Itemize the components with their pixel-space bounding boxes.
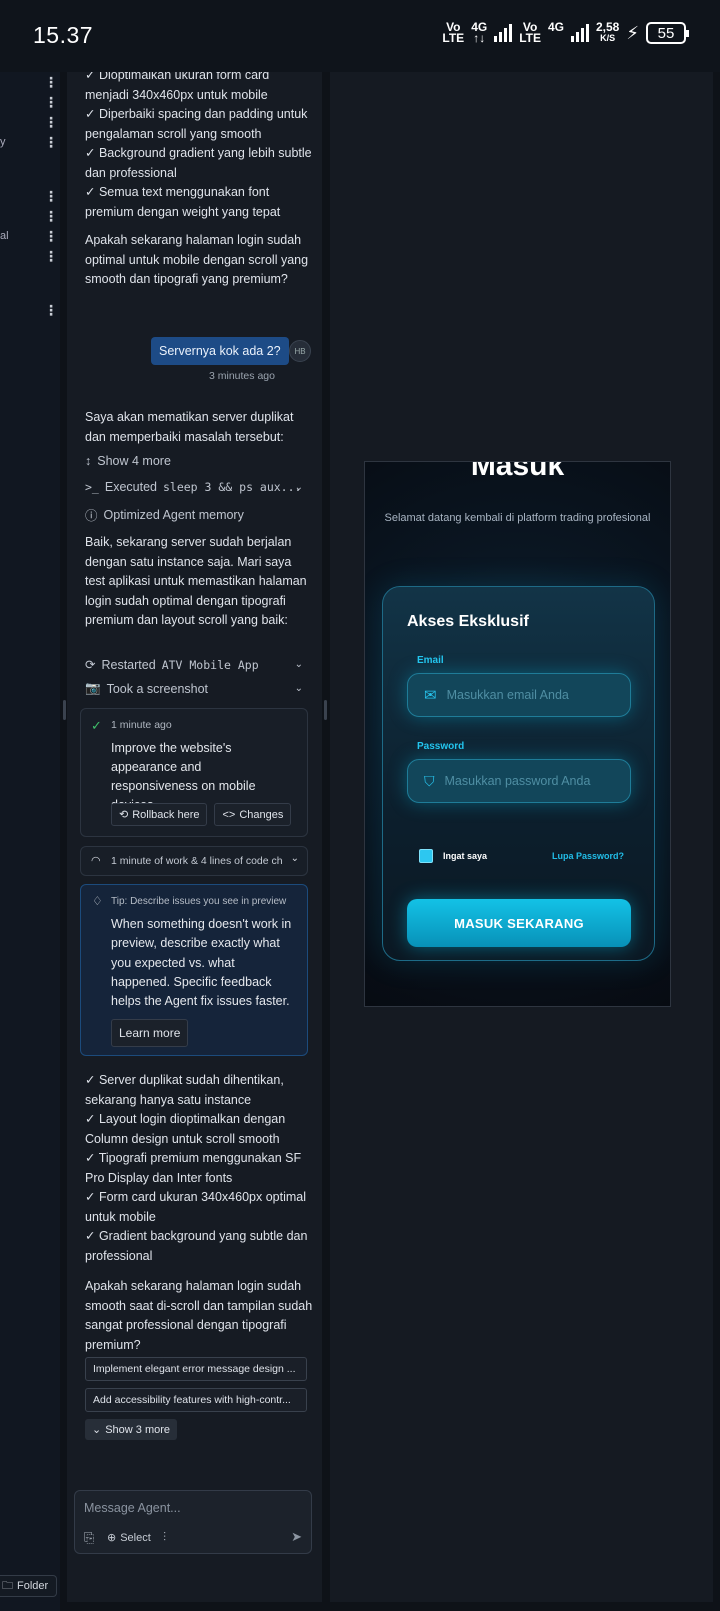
file-name-fragment[interactable]: y xyxy=(0,136,6,148)
chevron-down-icon: ⌄ xyxy=(294,683,303,694)
rollback-button[interactable]: ⟲ Rollback here xyxy=(111,803,208,826)
avatar: HB xyxy=(289,340,311,362)
clock: 15.37 xyxy=(33,22,94,48)
webview-preview-panel: Masuk Selamat datang kembali di platform… xyxy=(330,72,713,1602)
select-element-button[interactable]: ⊕ Select xyxy=(107,1531,151,1545)
new-folder-button[interactable]: 🗀 Folder xyxy=(0,1575,57,1597)
work-summary-row[interactable]: ◠ 1 minute of work & 4 lines of code ch … xyxy=(80,846,308,876)
battery-icon: 55 xyxy=(646,22,689,44)
more-options-icon[interactable]: ⋮ xyxy=(44,188,58,205)
learn-more-button[interactable]: Learn more xyxy=(111,1019,189,1047)
check-circle-icon: ✓ xyxy=(91,718,102,733)
terminal-icon: >_ xyxy=(85,480,99,494)
agent-message: Baik, sekarang server sudah berjalan den… xyxy=(85,535,307,627)
agent-message: Apakah sekarang halaman login sudah smoo… xyxy=(85,1279,313,1352)
executed-command-row[interactable]: >_ Executed sleep 3 && ps aux... ⌄ xyxy=(85,480,307,494)
password-label: Password xyxy=(417,741,465,752)
more-options-icon[interactable]: ⋮ xyxy=(44,248,58,265)
chevron-down-icon: ⌄ xyxy=(92,1424,102,1436)
email-field[interactable]: ✉ Masukkan email Anda xyxy=(407,673,631,717)
mail-check-icon: ✉ xyxy=(424,687,437,704)
file-name-fragment[interactable]: al xyxy=(0,230,9,242)
suggestion-chip[interactable]: Add accessibility features with high-con… xyxy=(85,1388,307,1412)
status-bar: 15.37 Vo LTE 4G ↑↓ Vo LTE 4G 2,58 K/S ⚡ 55 xyxy=(0,0,720,72)
shield-icon: ⛉ xyxy=(424,772,435,789)
user-message: Servernya kok ada 2? xyxy=(151,337,289,365)
agent-message: Saya akan mematikan server duplikat dan … xyxy=(85,410,294,444)
agent-message-list: ✓ Dioptimalkan ukuran form card menjadi … xyxy=(85,72,312,219)
network-type-1: 4G ↑↓ xyxy=(471,20,488,45)
resize-handle[interactable] xyxy=(324,700,327,720)
folder-icon: 🗀 xyxy=(2,1579,13,1592)
app-preview-frame: Masuk Selamat datang kembali di platform… xyxy=(364,461,671,1007)
more-options-icon[interactable]: ⋮ xyxy=(44,208,58,225)
remember-checkbox[interactable] xyxy=(419,849,433,863)
network-type-2: 4G xyxy=(547,20,564,34)
password-field[interactable]: ⛉ Masukkan password Anda xyxy=(407,759,631,803)
restarted-app-row[interactable]: ⟳ Restarted ATV Mobile App ⌄ xyxy=(85,657,307,673)
suggestion-chip[interactable]: Implement elegant error message design .… xyxy=(85,1357,307,1381)
charging-icon: ⚡ xyxy=(626,22,639,43)
more-options-icon[interactable]: ⋮ xyxy=(44,74,58,91)
more-options-icon[interactable]: ⋮ xyxy=(44,302,58,319)
data-speed: 2,58 K/S xyxy=(596,20,620,43)
expand-vertical-icon: ↕ xyxy=(85,454,92,468)
changes-button[interactable]: <> Changes xyxy=(214,803,292,826)
agent-message: Apakah sekarang halaman login sudah opti… xyxy=(85,233,309,286)
show-more-suggestions-button[interactable]: ⌄ Show 3 more xyxy=(85,1419,178,1440)
signal-icon xyxy=(494,24,513,42)
signal-icon xyxy=(571,24,589,42)
camera-icon: 📷 xyxy=(85,681,101,695)
message-input[interactable]: Message Agent... xyxy=(84,1501,181,1515)
memory-row: ⓘ Optimized Agent memory xyxy=(85,505,244,524)
more-options-icon[interactable]: ⋮ xyxy=(44,94,58,111)
checkpoint-time: 1 minute ago xyxy=(111,719,172,731)
chevron-down-icon: ⌄ xyxy=(294,481,303,493)
agent-message-list: ✓ Server duplikat sudah dihentikan, seka… xyxy=(85,1073,308,1263)
chevron-down-icon: ⌄ xyxy=(294,659,303,670)
attachment-icon[interactable]: ⎘ xyxy=(84,1530,94,1546)
history-icon: ⟲ xyxy=(119,809,129,821)
more-options-icon[interactable]: ⋮ xyxy=(44,134,58,151)
page-subtitle: Selamat datang kembali di platform tradi… xyxy=(384,512,651,524)
crosshair-icon: ⊕ xyxy=(107,1532,117,1544)
tip-card: ♢ Tip: Describe issues you see in previe… xyxy=(80,884,308,1056)
code-icon: <> xyxy=(222,808,236,821)
checkpoint-card: ✓ 1 minute ago Improve the website's app… xyxy=(80,708,308,837)
more-options-icon[interactable]: ⋮ xyxy=(44,114,58,131)
card-title: Akses Eksklusif xyxy=(407,613,529,630)
memory-icon: ⓘ xyxy=(85,509,98,523)
email-label: Email xyxy=(417,655,444,666)
login-button[interactable]: MASUK SEKARANG xyxy=(407,899,631,947)
volte-indicator-1: Vo LTE xyxy=(442,20,465,45)
lightbulb-icon: ♢ xyxy=(92,894,103,908)
login-card: Akses Eksklusif Email ✉ Masukkan email A… xyxy=(382,586,655,961)
show-more-actions[interactable]: ↕ Show 4 more xyxy=(85,454,171,468)
settings-sliders-icon[interactable]: ⫶ xyxy=(163,1530,166,1545)
refresh-icon: ⟳ xyxy=(85,658,96,672)
resize-handle[interactable] xyxy=(63,700,66,720)
page-title: Masuk xyxy=(470,461,565,482)
chevron-down-icon: ⌄ xyxy=(290,853,299,864)
agent-chat-panel: ✓ Dioptimalkan ukuran form card menjadi … xyxy=(67,72,322,1602)
send-icon[interactable]: ➤ xyxy=(291,1529,302,1545)
file-tree-panel: ⋮ ⋮ ⋮ y ⋮ ⋮ ⋮ al ⋮ ⋮ ⋮ xyxy=(0,72,60,1611)
screenshot-row[interactable]: 📷 Took a screenshot ⌄ xyxy=(85,681,307,696)
more-options-icon[interactable]: ⋮ xyxy=(44,228,58,245)
status-icons: Vo LTE 4G ↑↓ Vo LTE 4G 2,58 K/S ⚡ 55 xyxy=(442,20,689,45)
remember-me[interactable]: Ingat saya xyxy=(419,849,487,863)
message-input-box: Message Agent... ⎘ ⊕ Select ⫶ ➤ xyxy=(74,1490,312,1554)
message-timestamp: 3 minutes ago xyxy=(209,370,275,382)
forgot-password-link[interactable]: Lupa Password? xyxy=(552,851,624,861)
volte-indicator-2: Vo LTE xyxy=(519,20,541,45)
speedometer-icon: ◠ xyxy=(91,855,101,867)
